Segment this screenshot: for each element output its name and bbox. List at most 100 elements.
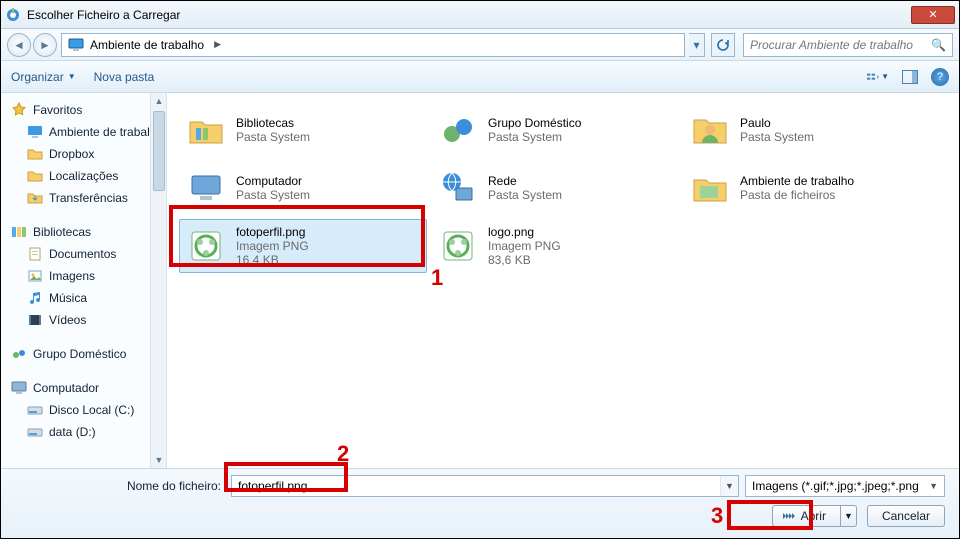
close-button[interactable]: ✕: [911, 6, 955, 24]
sidebar-item-downloads[interactable]: Transferências: [9, 187, 162, 209]
double-arrow-icon: [783, 511, 795, 521]
forward-button[interactable]: ►: [33, 33, 57, 57]
file-list: 1 Bibliotecas Pasta System Grupo Domésti…: [167, 93, 959, 468]
titlebar: Escolher Ficheiro a Carregar ✕: [1, 1, 959, 29]
sidebar-item-disk-d[interactable]: data (D:): [9, 421, 162, 443]
file-name: Ambiente de trabalho: [740, 174, 854, 188]
videos-icon: [27, 312, 43, 328]
nav-bar: ◄ ► Ambiente de trabalho ▶ ▾ Procurar Am…: [1, 29, 959, 61]
download-icon: [27, 190, 43, 206]
file-icon: [436, 224, 480, 268]
chevron-right-icon[interactable]: ▶: [210, 39, 225, 50]
open-button[interactable]: Abrir: [772, 505, 841, 527]
file-tile[interactable]: Ambiente de trabalho Pasta de ficheiros: [683, 161, 931, 215]
cancel-button[interactable]: Cancelar: [867, 505, 945, 527]
dialog-body: Favoritos Ambiente de trabalho Dropbox L…: [1, 93, 959, 468]
file-icon: [688, 166, 732, 210]
open-split-button[interactable]: Abrir ▼: [772, 505, 857, 527]
filename-input[interactable]: [231, 475, 739, 497]
search-placeholder: Procurar Ambiente de trabalho: [750, 38, 913, 52]
file-tile[interactable]: fotoperfil.png Imagem PNG 16,4 KB: [179, 219, 427, 273]
desktop-icon: [27, 124, 43, 140]
file-icon: [184, 166, 228, 210]
bottom-bar: Nome do ficheiro: ▼ Imagens (*.gif;*.jpg…: [1, 468, 959, 538]
filename-label: Nome do ficheiro:: [15, 479, 225, 493]
folder-icon: [27, 146, 43, 162]
file-name: Paulo: [740, 116, 814, 130]
sidebar-item-videos[interactable]: Vídeos: [9, 309, 162, 331]
folder-icon: [27, 168, 43, 184]
refresh-button[interactable]: [711, 33, 735, 57]
file-name: logo.png: [488, 225, 561, 239]
nav-sidebar: Favoritos Ambiente de trabalho Dropbox L…: [1, 93, 167, 468]
sidebar-group-libraries[interactable]: Bibliotecas: [9, 221, 162, 243]
back-button[interactable]: ◄: [7, 33, 31, 57]
homegroup-icon: [11, 346, 27, 362]
sidebar-group-computer[interactable]: Computador: [9, 377, 162, 399]
file-name: Rede: [488, 174, 562, 188]
sidebar-item-documents[interactable]: Documentos: [9, 243, 162, 265]
preview-pane-button[interactable]: [899, 67, 921, 87]
drive-icon: [27, 402, 43, 418]
sidebar-scrollbar[interactable]: ▲ ▼: [150, 93, 166, 468]
drive-icon: [27, 424, 43, 440]
file-icon: [688, 108, 732, 152]
file-size: 83,6 KB: [488, 253, 561, 267]
chevron-down-icon: ▼: [68, 72, 76, 81]
images-icon: [27, 268, 43, 284]
file-tile[interactable]: Bibliotecas Pasta System: [179, 103, 427, 157]
sidebar-item-disk-c[interactable]: Disco Local (C:): [9, 399, 162, 421]
search-box[interactable]: Procurar Ambiente de trabalho 🔍: [743, 33, 953, 57]
chevron-down-icon: ▼: [929, 481, 938, 491]
window-title: Escolher Ficheiro a Carregar: [27, 8, 911, 22]
sidebar-item-music[interactable]: Música: [9, 287, 162, 309]
file-type: Pasta System: [236, 130, 310, 144]
scroll-thumb[interactable]: [153, 111, 165, 191]
file-size: 16,4 KB: [236, 253, 309, 267]
star-icon: [11, 102, 27, 118]
filename-combobox[interactable]: ▼: [231, 475, 739, 497]
file-name: Grupo Doméstico: [488, 116, 581, 130]
filename-dropdown-button[interactable]: ▼: [720, 476, 738, 496]
address-bar[interactable]: Ambiente de trabalho ▶: [61, 33, 685, 57]
open-dropdown-button[interactable]: ▼: [841, 505, 857, 527]
sidebar-item-desktop[interactable]: Ambiente de trabalho: [9, 121, 162, 143]
file-type: Pasta System: [488, 188, 562, 202]
help-button[interactable]: ?: [931, 68, 949, 86]
filetype-filter[interactable]: Imagens (*.gif;*.jpg;*.jpeg;*.png ▼: [745, 475, 945, 497]
desktop-icon: [68, 38, 84, 52]
music-icon: [27, 290, 43, 306]
sidebar-group-homegroup[interactable]: Grupo Doméstico: [9, 343, 162, 365]
file-icon: [184, 224, 228, 268]
toolbar: Organizar ▼ Nova pasta ▼ ?: [1, 61, 959, 93]
file-tile[interactable]: Rede Pasta System: [431, 161, 679, 215]
chevron-down-icon: ▼: [881, 72, 889, 81]
file-tile[interactable]: Paulo Pasta System: [683, 103, 931, 157]
sidebar-item-images[interactable]: Imagens: [9, 265, 162, 287]
view-options-button[interactable]: ▼: [867, 67, 889, 87]
scroll-down-icon[interactable]: ▼: [151, 452, 167, 468]
file-type: Pasta System: [236, 188, 310, 202]
address-history-dropdown[interactable]: ▾: [689, 33, 705, 57]
file-tile[interactable]: Computador Pasta System: [179, 161, 427, 215]
documents-icon: [27, 246, 43, 262]
file-tile[interactable]: Grupo Doméstico Pasta System: [431, 103, 679, 157]
breadcrumb-text: Ambiente de trabalho: [90, 38, 204, 52]
file-type: Imagem PNG: [488, 239, 561, 253]
file-name: Bibliotecas: [236, 116, 310, 130]
filter-text: Imagens (*.gif;*.jpg;*.jpeg;*.png: [752, 479, 919, 493]
file-type: Imagem PNG: [236, 239, 309, 253]
sidebar-item-places[interactable]: Localizações: [9, 165, 162, 187]
app-icon: [5, 7, 21, 23]
file-dialog-window: Escolher Ficheiro a Carregar ✕ ◄ ► Ambie…: [0, 0, 960, 539]
file-icon: [184, 108, 228, 152]
sidebar-item-dropbox[interactable]: Dropbox: [9, 143, 162, 165]
file-tile[interactable]: logo.png Imagem PNG 83,6 KB: [431, 219, 679, 273]
scroll-up-icon[interactable]: ▲: [151, 93, 167, 109]
file-type: Pasta System: [488, 130, 581, 144]
sidebar-group-favorites[interactable]: Favoritos: [9, 99, 162, 121]
file-icon: [436, 108, 480, 152]
organize-menu[interactable]: Organizar ▼: [11, 70, 76, 84]
new-folder-button[interactable]: Nova pasta: [94, 70, 155, 84]
computer-icon: [11, 380, 27, 396]
